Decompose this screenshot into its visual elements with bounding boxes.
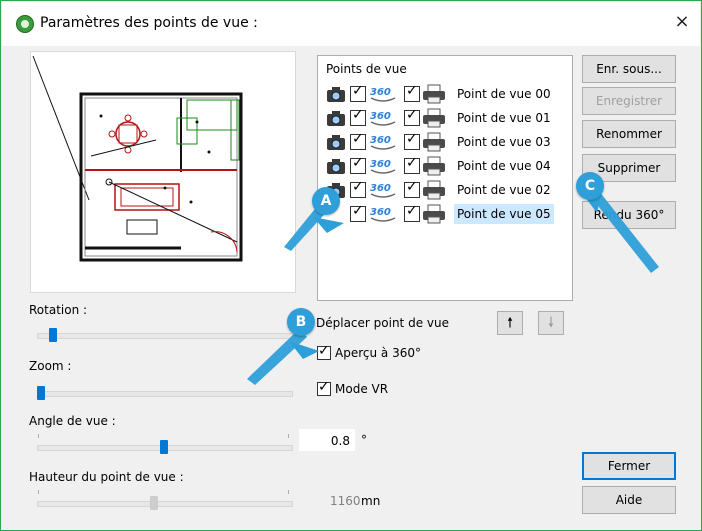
window-title: Paramètres des points de vue : <box>40 15 258 31</box>
badge-360-text: 360 <box>370 183 391 194</box>
render-checkbox[interactable] <box>404 131 420 150</box>
move-down-button[interactable]: 🠗 <box>538 311 564 335</box>
badge-360-text: 360 <box>370 111 391 122</box>
viewpoint-label: Point de vue 01 <box>457 111 551 125</box>
slider-tick <box>38 434 39 438</box>
render-checkbox[interactable] <box>404 107 420 126</box>
badge-360-icon: 360 <box>370 207 396 222</box>
viewpoint-row-selected[interactable]: 360 Point de vue 05 <box>322 202 568 226</box>
render-checkbox[interactable] <box>404 179 420 198</box>
zoom-slider-track[interactable] <box>37 391 293 397</box>
render-checkbox[interactable] <box>404 155 420 174</box>
badge-360-icon: 360 <box>370 135 396 150</box>
callout-badge-b: B <box>287 308 315 336</box>
printer-icon <box>423 108 445 128</box>
badge-360-text: 360 <box>370 207 391 218</box>
render-checkbox[interactable] <box>404 203 420 222</box>
printer-icon <box>423 156 445 176</box>
enable-checkbox[interactable] <box>350 131 366 150</box>
render-360-button[interactable]: Rendu 360° <box>582 201 676 229</box>
floorplan-preview <box>30 51 296 293</box>
slider-tick <box>288 490 289 494</box>
viewpoint-label: Point de vue 04 <box>457 159 551 173</box>
badge-360-text: 360 <box>370 87 391 98</box>
viewpoint-label: Point de vue 00 <box>457 87 551 101</box>
view-angle-slider-thumb[interactable] <box>160 440 168 454</box>
help-button[interactable]: Aide <box>582 486 676 514</box>
rotation-label: Rotation : <box>29 303 88 317</box>
viewpoint-label: Point de vue 02 <box>457 183 551 197</box>
badge-360-icon: 360 <box>370 159 396 174</box>
zoom-label: Zoom : <box>29 359 72 373</box>
vr-mode-label: Mode VR <box>335 382 389 396</box>
enable-checkbox[interactable] <box>350 179 366 198</box>
viewpoint-height-label: Hauteur du point de vue : <box>29 470 184 484</box>
save-button[interactable]: Enregistrer <box>582 87 676 115</box>
view-angle-value[interactable]: 0.8 <box>299 429 355 451</box>
enable-checkbox[interactable] <box>350 107 366 126</box>
viewpoint-row[interactable]: 360 Point de vue 03 <box>322 130 568 154</box>
close-icon[interactable]: × <box>670 10 694 34</box>
enable-checkbox[interactable] <box>350 83 366 102</box>
save-as-button[interactable]: Enr. sous... <box>582 55 676 83</box>
viewpoint-row[interactable]: 360 Point de vue 01 <box>322 106 568 130</box>
badge-360-icon: 360 <box>370 87 396 102</box>
viewpoint-row[interactable]: 360 Point de vue 02 <box>322 178 568 202</box>
badge-360-icon: 360 <box>370 183 396 198</box>
dialog-window: Paramètres des points de vue : × Points … <box>0 0 702 531</box>
enable-checkbox[interactable] <box>350 203 366 222</box>
printer-icon <box>423 132 445 152</box>
preview-360-checkbox[interactable] <box>317 343 331 360</box>
app-logo-icon <box>16 15 34 33</box>
enable-checkbox[interactable] <box>350 155 366 174</box>
printer-icon <box>423 84 445 104</box>
viewpoint-height-unit: mn <box>361 494 381 508</box>
view-angle-unit: ° <box>361 433 367 447</box>
slider-tick <box>288 434 289 438</box>
close-button[interactable]: Fermer <box>582 452 676 480</box>
printer-icon <box>423 180 445 200</box>
callout-badge-a: A <box>312 187 340 215</box>
viewpoint-row[interactable]: 360 Point de vue 04 <box>322 154 568 178</box>
move-up-button[interactable]: 🠕 <box>497 311 523 335</box>
viewpoint-height-value: 1160 <box>330 494 361 508</box>
title-bar: Paramètres des points de vue : × <box>2 2 700 46</box>
floorplan-drawing <box>32 55 243 262</box>
render-checkbox[interactable] <box>404 83 420 102</box>
camera-icon <box>327 87 345 102</box>
badge-360-icon: 360 <box>370 111 396 126</box>
printer-icon <box>423 204 445 224</box>
viewpoint-label: Point de vue 03 <box>457 135 551 149</box>
viewpoints-list[interactable]: Points de vue 360 Point de vue 00 360 Po… <box>317 55 573 301</box>
vr-mode-checkbox[interactable] <box>317 379 331 396</box>
view-angle-label: Angle de vue : <box>29 414 116 428</box>
viewpoint-label: Point de vue 05 <box>454 204 554 224</box>
badge-360-text: 360 <box>370 135 391 146</box>
callout-badge-c: C <box>576 172 604 200</box>
rename-button[interactable]: Renommer <box>582 120 676 148</box>
camera-icon <box>327 111 345 126</box>
rotation-slider-thumb[interactable] <box>49 328 57 342</box>
viewpoint-height-slider-thumb[interactable] <box>150 496 158 510</box>
rotation-slider-track[interactable] <box>37 333 293 339</box>
viewpoint-height-slider-track[interactable] <box>37 501 293 507</box>
zoom-slider-thumb[interactable] <box>37 386 45 400</box>
camera-icon <box>327 159 345 174</box>
preview-360-label: Aperçu à 360° <box>335 346 421 360</box>
badge-360-text: 360 <box>370 159 391 170</box>
viewpoint-row[interactable]: 360 Point de vue 00 <box>322 82 568 106</box>
slider-tick <box>38 490 39 494</box>
move-viewpoint-label: Déplacer point de vue <box>316 316 449 330</box>
viewpoints-list-title: Points de vue <box>326 62 407 76</box>
camera-icon <box>327 135 345 150</box>
